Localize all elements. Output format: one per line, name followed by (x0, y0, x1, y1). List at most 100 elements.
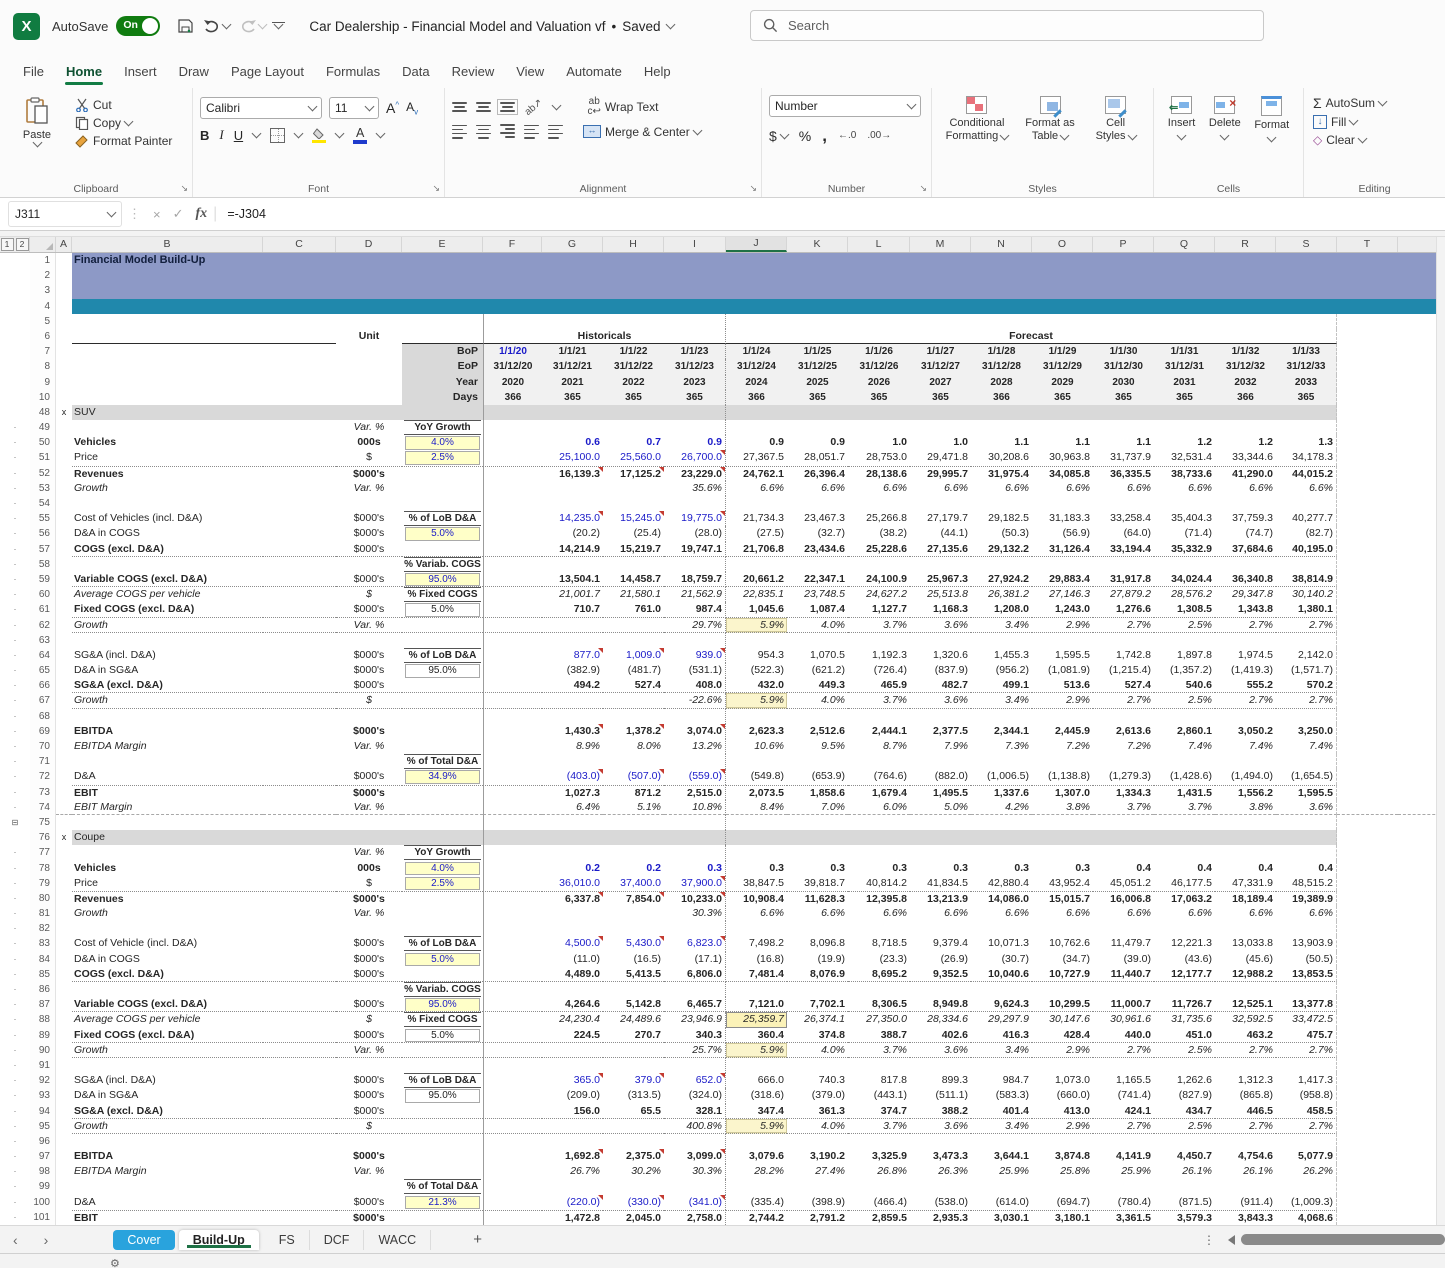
cell-I56[interactable]: (28.0) (664, 526, 726, 541)
cell-J91[interactable] (726, 1058, 787, 1073)
cell-L99[interactable] (848, 1179, 910, 1194)
row-header-7[interactable]: 7 (30, 344, 56, 359)
cell-K98[interactable]: 27.4% (787, 1164, 848, 1179)
cell-N72[interactable]: (1,006.5) (971, 769, 1032, 784)
cell-G85[interactable]: 4,489.0 (542, 967, 603, 982)
sheet-nav-next-icon[interactable]: › (31, 1232, 62, 1248)
assumption-input-E59[interactable]: 95.0% (405, 573, 480, 587)
cell-I61[interactable]: 987.4 (664, 602, 726, 617)
cell-Q67[interactable]: 2.5% (1154, 693, 1215, 708)
outline-gutter[interactable]: · (0, 481, 30, 496)
cell-E53[interactable] (402, 481, 483, 496)
cell-K95[interactable]: 4.0% (787, 1119, 848, 1134)
cell-D82[interactable] (336, 921, 402, 936)
cell-I53[interactable]: 35.6% (664, 481, 726, 496)
cell-K97[interactable]: 3,190.2 (787, 1149, 848, 1164)
outline-gutter[interactable]: · (0, 906, 30, 921)
col-header-T[interactable]: T (1337, 237, 1398, 252)
cell-K78[interactable]: 0.3 (787, 861, 848, 876)
cell-J7[interactable]: 1/1/24 (726, 344, 787, 359)
cell-K81[interactable]: 6.6% (787, 906, 848, 921)
row-header-10[interactable]: 10 (30, 390, 56, 405)
row-header-76[interactable]: 76 (30, 830, 56, 845)
cell-S96[interactable] (1276, 1134, 1337, 1149)
cell-H82[interactable] (603, 921, 664, 936)
row-header-6[interactable]: 6 (30, 329, 56, 344)
cell-R67[interactable]: 2.7% (1215, 693, 1276, 708)
cell-D66[interactable]: $000's (336, 678, 402, 693)
cell-G58[interactable] (542, 557, 603, 572)
cell-E50[interactable]: 4.0% (402, 435, 483, 450)
cell-N58[interactable] (971, 557, 1032, 572)
cell-P61[interactable]: 1,276.6 (1093, 602, 1154, 617)
cell-N91[interactable] (971, 1058, 1032, 1073)
cell-I71[interactable] (664, 754, 726, 769)
cell-Q90[interactable]: 2.5% (1154, 1043, 1215, 1058)
cell-B68[interactable] (72, 709, 263, 724)
cell-H90[interactable] (603, 1043, 664, 1058)
cell-E56[interactable]: 5.0% (402, 526, 483, 541)
format-painter-button[interactable]: Format Painter (75, 134, 172, 148)
cell-M51[interactable]: 29,471.8 (910, 450, 971, 465)
cell-O98[interactable]: 25.8% (1032, 1164, 1093, 1179)
assumption-input-E100[interactable]: 21.3% (405, 1196, 480, 1210)
outline-gutter[interactable]: · (0, 997, 30, 1012)
outline-gutter[interactable]: · (0, 526, 30, 541)
cell-I87[interactable]: 6,465.7 (664, 997, 726, 1012)
cell-D75[interactable] (336, 815, 402, 830)
cell-G75[interactable] (542, 815, 603, 830)
cell-I78[interactable]: 0.3 (664, 861, 726, 876)
cell-M69[interactable]: 2,377.5 (910, 724, 971, 739)
cell-G69[interactable]: 1,430.3 (542, 724, 603, 739)
title-chevron-icon[interactable] (665, 20, 675, 30)
outline-gutter[interactable]: · (0, 739, 30, 754)
cell-O90[interactable]: 2.9% (1032, 1043, 1093, 1058)
cell-G8[interactable]: 31/12/21 (542, 359, 603, 374)
cell-P63[interactable] (1093, 633, 1154, 648)
cell-M81[interactable]: 6.6% (910, 906, 971, 921)
outline-gutter[interactable]: · (0, 1134, 30, 1149)
row-header-49[interactable]: 49 (30, 420, 56, 435)
cell-Q87[interactable]: 11,726.7 (1154, 997, 1215, 1012)
outline-gutter[interactable]: · (0, 663, 30, 678)
cell-E79[interactable]: 2.5% (402, 876, 483, 891)
cell-B66[interactable]: SG&A (excl. D&A) (72, 678, 263, 693)
bold-button[interactable]: B (200, 128, 209, 143)
cell-J80[interactable]: 10,908.4 (726, 891, 787, 906)
outline-gutter[interactable]: · (0, 511, 30, 526)
clear-button[interactable]: ◇ Clear (1313, 133, 1438, 147)
cell-P94[interactable]: 424.1 (1093, 1104, 1154, 1119)
cell-L63[interactable] (848, 633, 910, 648)
cell-B74[interactable]: EBIT Margin (72, 800, 263, 815)
cell-I63[interactable] (664, 633, 726, 648)
cell-L85[interactable]: 8,695.2 (848, 967, 910, 982)
cell-E78[interactable]: 4.0% (402, 861, 483, 876)
cell-H84[interactable]: (16.5) (603, 952, 664, 967)
align-right-icon[interactable] (500, 124, 515, 139)
cell-M86[interactable] (910, 982, 971, 997)
cell-I49[interactable] (664, 420, 726, 435)
cell-D64[interactable]: $000's (336, 648, 402, 663)
cell-R82[interactable] (1215, 921, 1276, 936)
cell-K88[interactable]: 26,374.1 (787, 1012, 848, 1027)
cell-S49[interactable] (1276, 420, 1337, 435)
cell-O58[interactable] (1032, 557, 1093, 572)
cell-N64[interactable]: 1,455.3 (971, 648, 1032, 663)
cell-P53[interactable]: 6.6% (1093, 481, 1154, 496)
cell-M50[interactable]: 1.0 (910, 435, 971, 450)
cell-G74[interactable]: 6.4% (542, 800, 603, 815)
cell-Q62[interactable]: 2.5% (1154, 618, 1215, 633)
cell-Q9[interactable]: 2031 (1154, 375, 1215, 390)
cell-Q66[interactable]: 540.6 (1154, 678, 1215, 693)
cell-G84[interactable]: (11.0) (542, 952, 603, 967)
cell-H60[interactable]: 21,580.1 (603, 587, 664, 602)
row-header-61[interactable]: 61 (30, 602, 56, 617)
cell-L75[interactable] (848, 815, 910, 830)
font-size-select[interactable]: 11 (329, 97, 379, 119)
col-header-L[interactable]: L (848, 237, 910, 252)
row-header-66[interactable]: 66 (30, 678, 56, 693)
cell-N100[interactable]: (614.0) (971, 1195, 1032, 1210)
customize-quick-access-icon[interactable] (272, 22, 285, 30)
cell-R54[interactable] (1215, 496, 1276, 511)
cell-D76[interactable] (336, 830, 402, 845)
